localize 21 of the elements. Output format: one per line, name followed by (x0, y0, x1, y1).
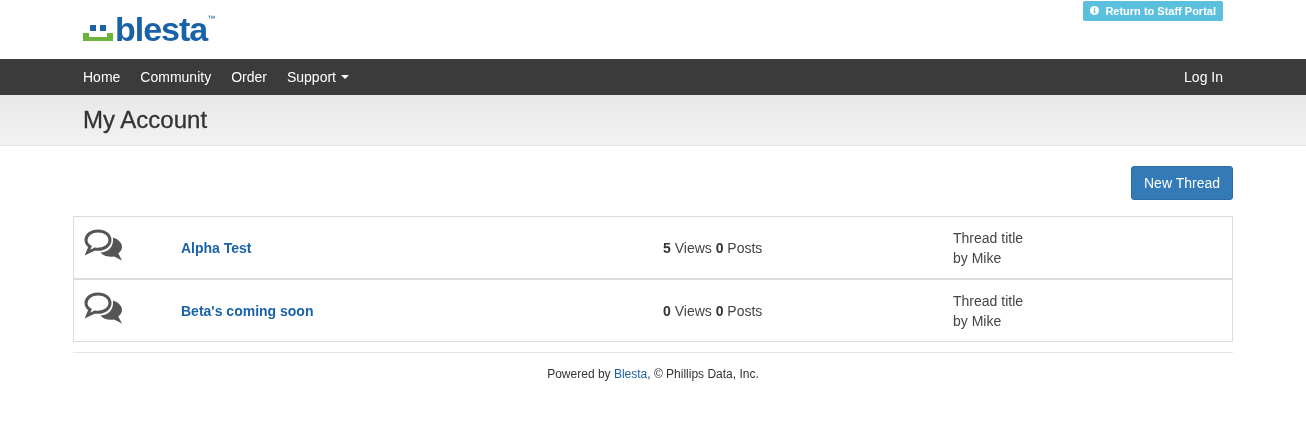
trademark-mark: ™ (207, 14, 216, 23)
nav-link[interactable]: Order (221, 59, 277, 95)
last-post-author: by Mike (953, 311, 1003, 331)
smile-icon (83, 22, 113, 44)
logo-text[interactable]: blesta (115, 12, 208, 46)
last-post-title: Thread title (953, 228, 1025, 248)
info-icon (1090, 5, 1100, 15)
nav-link[interactable]: Home (73, 59, 131, 95)
thread-title-link[interactable]: Beta's coming soon (181, 302, 314, 319)
last-post-title: Thread title (953, 291, 1025, 311)
thread-stats: 5 Views 0 Posts (663, 239, 763, 256)
page-title: My Account (82, 105, 209, 135)
caret-icon (341, 75, 349, 79)
footer-text: Powered by Blesta, © Phillips Data, Inc. (547, 367, 759, 381)
nav-dropdown[interactable]: Support (276, 59, 359, 95)
last-post-author: by Mike (953, 248, 1003, 268)
new-thread-button[interactable]: New Thread (1131, 166, 1233, 200)
thread-stats: 0 Views 0 Posts (663, 302, 763, 319)
thread-title-link[interactable]: Alpha Test (181, 239, 252, 256)
log-in-link[interactable]: Log In (1174, 59, 1233, 95)
nav-link[interactable]: Community (130, 59, 222, 95)
